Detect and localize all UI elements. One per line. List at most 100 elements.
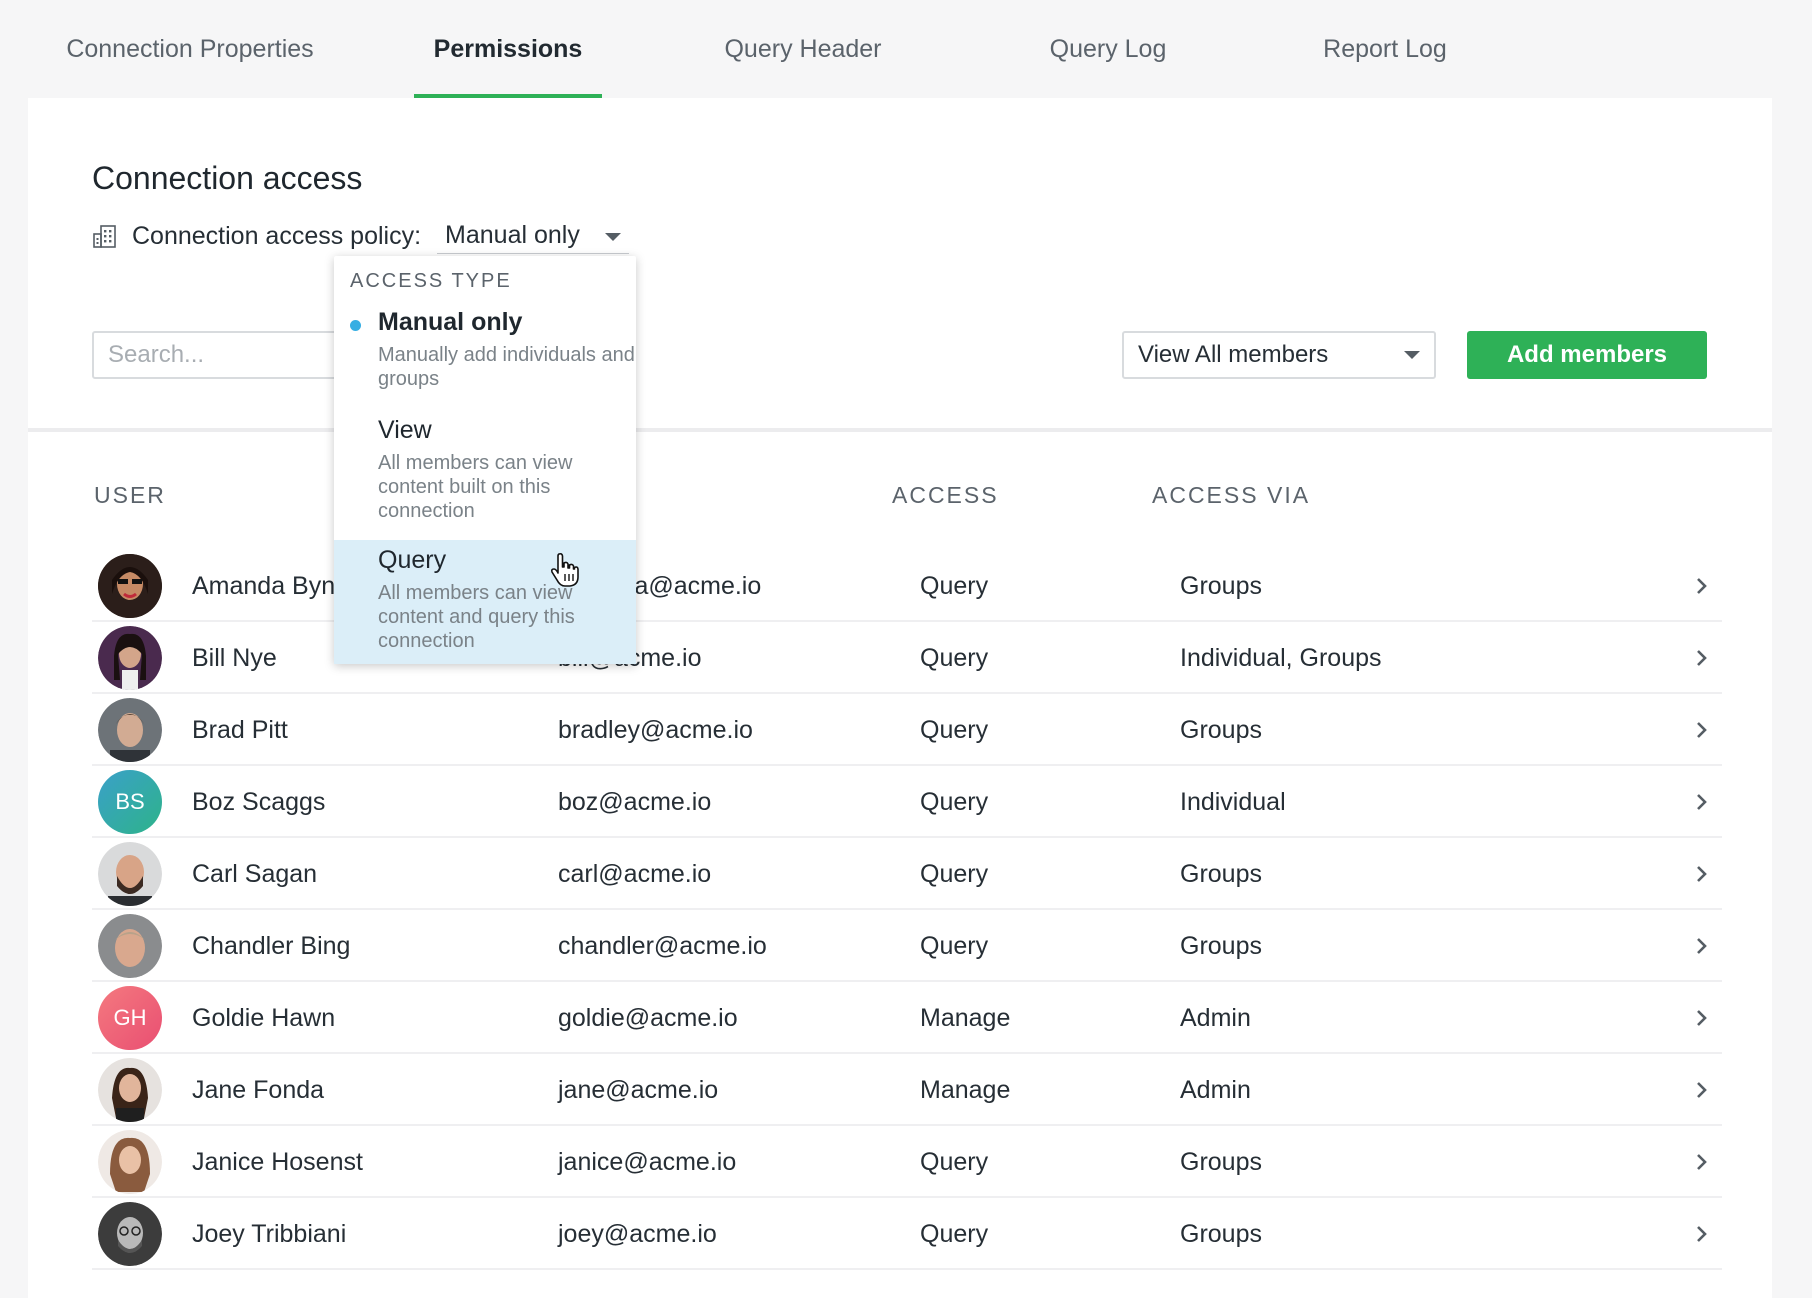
user-access: Query — [920, 1219, 989, 1248]
avatar — [98, 914, 162, 978]
chevron-right-icon — [1697, 578, 1707, 594]
policy-label: Connection access policy: — [132, 221, 422, 250]
chevron-right-icon — [1697, 1154, 1707, 1170]
building-icon — [93, 225, 116, 248]
tab-query-log[interactable]: Query Log — [1030, 0, 1186, 98]
avatar-initials: GH — [113, 1005, 147, 1030]
caret-down-icon — [1404, 351, 1420, 359]
chevron-right-icon — [1697, 938, 1707, 954]
option-manual-only[interactable]: Manual only Manually add individuals and… — [334, 300, 636, 420]
chevron-right-icon — [1697, 1010, 1707, 1026]
chevron-right-icon — [1697, 866, 1707, 882]
user-email: boz@acme.io — [558, 787, 712, 816]
user-name: Joey Tribbiani — [192, 1219, 347, 1248]
view-members-select[interactable]: View All members — [1122, 331, 1436, 379]
user-access: Query — [920, 1147, 989, 1176]
avatar — [98, 554, 162, 618]
avatar: BS — [98, 770, 162, 834]
user-name: Goldie Hawn — [192, 1003, 336, 1032]
user-access: Query — [920, 571, 989, 600]
user-email: bradley@acme.io — [558, 715, 753, 744]
user-access: Query — [920, 715, 989, 744]
user-access-via: Groups — [1180, 1147, 1262, 1176]
option-title: Query — [378, 546, 447, 574]
avatar — [98, 698, 162, 762]
user-access-via: Groups — [1180, 1219, 1262, 1248]
user-access: Query — [920, 859, 989, 888]
access-type-dropdown: ACCESS TYPE Manual only Manually add ind… — [334, 256, 636, 664]
user-email: janice@acme.io — [558, 1147, 737, 1176]
user-access: Query — [920, 931, 989, 960]
avatar: GH — [98, 986, 162, 1050]
user-email: carl@acme.io — [558, 859, 712, 888]
user-access: Query — [920, 787, 989, 816]
avatar — [98, 1058, 162, 1122]
option-description: All members can view content and query t… — [378, 582, 575, 652]
user-access: Query — [920, 643, 989, 672]
user-access: Manage — [920, 1075, 1011, 1104]
table-row[interactable]: Brad Pitt bradley@acme.io Query Groups — [92, 694, 1722, 766]
chevron-right-icon — [1697, 1226, 1707, 1242]
option-title: View — [378, 416, 432, 444]
table-row[interactable]: Carl Sagan carl@acme.io Query Groups — [92, 838, 1722, 910]
user-access-via: Groups — [1180, 931, 1262, 960]
user-name: Chandler Bing — [192, 931, 351, 960]
table-row[interactable]: Janice Hosenst janice@acme.io Query Grou… — [92, 1126, 1722, 1198]
option-description: All members can view content built on th… — [378, 452, 573, 522]
tab-connection-properties[interactable]: Connection Properties — [40, 0, 340, 98]
table-row[interactable]: GH Goldie Hawn goldie@acme.io Manage Adm… — [92, 982, 1722, 1054]
option-title: Manual only — [378, 308, 523, 336]
avatar — [98, 1130, 162, 1194]
user-name: Jane Fonda — [192, 1075, 325, 1104]
divider — [28, 428, 1772, 432]
policy-select[interactable]: Manual only — [437, 218, 630, 254]
option-view[interactable]: View All members can view content built … — [334, 408, 636, 532]
tab-bar: Connection Properties Permissions Query … — [0, 0, 1812, 98]
view-members-value: View All members — [1138, 341, 1329, 368]
chevron-right-icon — [1697, 722, 1707, 738]
option-query[interactable]: Query All members can view content and q… — [334, 540, 636, 664]
add-members-button[interactable]: Add members — [1467, 331, 1707, 379]
policy-row: Connection access policy: Manual only — [92, 218, 630, 254]
user-name: Bill Nye — [192, 643, 277, 672]
user-email: chandler@acme.io — [558, 931, 767, 960]
chevron-right-icon — [1697, 1082, 1707, 1098]
policy-select-value: Manual only — [445, 221, 580, 249]
user-access-via: Admin — [1180, 1075, 1251, 1104]
user-name: Carl Sagan — [192, 859, 318, 888]
user-email: jane@acme.io — [558, 1075, 719, 1104]
option-description: Manually add individuals and groups — [378, 344, 635, 390]
avatar — [98, 626, 162, 690]
avatar — [98, 1202, 162, 1266]
user-name: Brad Pitt — [192, 715, 288, 744]
selected-dot-icon — [350, 320, 361, 331]
dropdown-header: ACCESS TYPE — [350, 270, 512, 292]
section-title: Connection access — [92, 160, 363, 196]
table-row[interactable]: Jane Fonda jane@acme.io Manage Admin — [92, 1054, 1722, 1126]
user-access: Manage — [920, 1003, 1011, 1032]
user-access-via: Groups — [1180, 571, 1262, 600]
user-access-via: Admin — [1180, 1003, 1251, 1032]
hand-cursor-icon — [550, 552, 579, 587]
header-access-via: ACCESS VIA — [1152, 482, 1311, 508]
header-access: ACCESS — [892, 482, 999, 508]
avatar — [98, 842, 162, 906]
user-access-via: Groups — [1180, 715, 1262, 744]
user-access-via: Individual, Groups — [1180, 643, 1382, 672]
tab-query-header[interactable]: Query Header — [700, 0, 906, 98]
chevron-right-icon — [1697, 794, 1707, 810]
user-email: goldie@acme.io — [558, 1003, 738, 1032]
table-row[interactable]: Joey Tribbiani joey@acme.io Query Groups — [92, 1198, 1722, 1270]
chevron-right-icon — [1697, 650, 1707, 666]
user-access-via: Individual — [1180, 787, 1286, 816]
caret-down-icon — [605, 233, 622, 241]
header-user: USER — [94, 482, 166, 508]
user-access-via: Groups — [1180, 859, 1262, 888]
tab-report-log[interactable]: Report Log — [1300, 0, 1470, 98]
avatar-initials: BS — [115, 789, 145, 814]
user-email: joey@acme.io — [558, 1219, 717, 1248]
user-name: Boz Scaggs — [192, 787, 326, 816]
table-row[interactable]: Chandler Bing chandler@acme.io Query Gro… — [92, 910, 1722, 982]
table-row[interactable]: BS Boz Scaggs boz@acme.io Query Individu… — [92, 766, 1722, 838]
tab-permissions[interactable]: Permissions — [414, 0, 602, 98]
